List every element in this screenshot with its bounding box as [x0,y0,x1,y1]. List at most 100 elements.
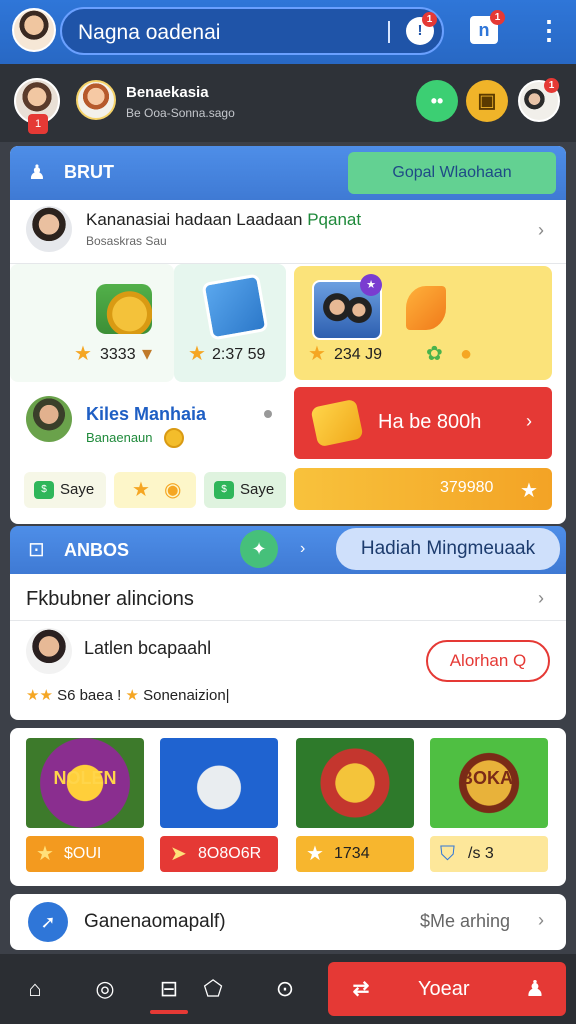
profile-avatar[interactable] [12,8,56,52]
dot-indicator [264,410,272,418]
header-action-button[interactable]: Gopal Wlaohaan [348,152,556,194]
more-vertical-icon[interactable]: ⋮ [536,16,562,44]
reward-value: 234 J9 [334,346,383,363]
activity-avatar [26,628,72,674]
gift-icon[interactable]: ✦ [240,530,278,568]
swap-icon: ⇄ [352,978,370,1000]
activity-name: Latlen bcapaahl [84,638,212,658]
promo-title: Ganenaomapalf) [84,911,226,932]
box-icon[interactable]: ⬠ [198,974,228,1004]
game-price[interactable]: ➤ 8O8O6R [160,836,278,872]
featured-subtitle: Bosaskras Sau [86,234,167,248]
game-tile[interactable]: NOLEN [26,738,144,828]
section-title: ANBOS [64,540,130,560]
strip-subtitle: Be Ooa-Sonna.sago [126,106,235,120]
user-icon: ♟ [525,976,545,1001]
activity-title[interactable]: Fkbubner alincions [26,588,194,611]
game-tile[interactable] [296,738,414,828]
game-tile[interactable] [160,738,278,828]
ticket-icon [310,398,364,448]
wallet-icon[interactable]: ⊟ [154,974,184,1004]
cash-icon: $ [214,481,234,499]
chip-label: Saye [60,481,95,498]
game-title: BOKAI [460,768,518,788]
points-bar[interactable]: 379980 ★ [294,468,552,510]
people-notification-badge: 1 [544,78,559,93]
reward-value: 3333 [100,346,136,363]
book-icon: ⊡ [28,539,45,561]
bonus-chip[interactable]: ★ ◉ [114,472,196,508]
ticket-icon [201,273,269,341]
search-input[interactable]: Nagna oadenai [78,21,220,45]
chevron-right-icon: › [538,910,544,930]
profile-strip: 1 Benaekasia Be Ooa-Sonna.sago •• ▣ 1 [0,64,576,142]
game-price[interactable]: ★ 1734 [296,836,414,872]
compass-icon: ➚ [28,902,68,942]
chat-icon[interactable]: •• [416,80,458,122]
active-tab-indicator [150,1010,188,1014]
star-icon: ★ [520,480,538,502]
user-icon: ♟ [28,162,46,184]
chevron-right-icon[interactable]: › [538,588,544,609]
divider [10,620,566,621]
activity-action-button[interactable]: Alorhan Q [426,640,550,682]
search-divider [388,21,390,43]
event-title: Kiles Manhaia [86,404,207,424]
shield-icon: ⛉ [440,843,455,865]
coin-icon: ● [460,343,473,365]
rewards-header: ♟ BRUT Gopal Wlaohaan [10,146,566,200]
top-bar: Nagna oadenai ! 1 n 1 ⋮ [0,0,576,64]
promo-row[interactable]: ➚ Ganenaomapalf) $Me arhing › [10,894,566,950]
primary-action-button[interactable]: ⇄ Yoear ♟ [328,962,566,1016]
chat-icon[interactable]: ◎ [90,974,120,1004]
bottom-nav: ⌂ ◎ ⊟ ⬠ ⊙ ⇄ Yoear ♟ [0,954,576,1024]
featured-row[interactable]: Kananasiai hadaan Laadaan Pqanat Bosaskr… [10,200,566,264]
activity-detail: ★★ S6 baea ! ★ Sonenaizion| [26,687,230,704]
rewards-title: BRUT [64,162,114,182]
star-icon: ★ [36,843,54,865]
featured-avatar [26,206,72,252]
chevron-right-icon[interactable]: › [538,220,544,241]
game-price[interactable]: ★ $OUI [26,836,144,872]
coin-icon: ◉ [164,479,182,501]
coin-stack-icon [96,284,152,334]
rewards-card: ♟ BRUT Gopal Wlaohaan Kananasiai hadaan … [10,146,566,524]
reward-value: 2:37 59 [212,346,266,363]
news-notification-badge: 1 [490,10,505,25]
friend-avatar[interactable] [76,80,116,120]
user-badge: 1 [28,114,48,134]
home-icon[interactable]: ⌂ [20,974,50,1004]
save-chip[interactable]: $ Saye [24,472,106,508]
claim-button[interactable]: Ha be 800h › [294,387,552,459]
rocket-icon [406,286,446,330]
chevron-right-icon: › [526,411,532,431]
leaf-icon: ✿ [426,343,443,365]
featured-title: Kananasiai hadaan Laadaan Pqanat [86,210,362,229]
primary-action-label: Yoear [418,978,470,1000]
save-chip-green[interactable]: $ Saye [204,472,286,508]
star-icon: ★ [132,479,150,501]
section-header: ⊡ ANBOS ✦ › Hadiah Mingmeuaak [10,526,566,574]
cash-icon: $ [34,481,54,499]
points-value: 379980 [440,479,494,496]
star-icon: ★ [188,343,206,365]
star-icon: ★ [308,343,326,365]
mic-notification-badge: 1 [422,12,437,27]
promo-action: $Me arhing [420,911,511,931]
store-icon[interactable]: ▣ [466,80,508,122]
game-title: NOLEN [53,768,117,788]
rocket-icon: ➤ [170,843,187,865]
chip-label: Saye [240,481,275,498]
strip-name: Benaekasia [126,84,209,101]
games-card: NOLEN BOKAI ★ $OUI ➤ 8O8O6R ★ 1734 ⛉ /s … [10,728,566,886]
activity-card: Fkbubner alincions › Latlen bcapaahl ★★ … [10,574,566,720]
settings-icon[interactable]: ⊙ [270,974,300,1004]
coin-icon [164,428,184,448]
daily-reward-button[interactable]: Hadiah Mingmeuaak [336,528,560,570]
claim-button-label: Ha be 800h [378,411,482,433]
chevron-right-icon: › [300,540,306,557]
search-bar[interactable]: Nagna oadenai ! [60,7,444,55]
game-tile[interactable]: BOKAI [430,738,548,828]
game-price[interactable]: ⛉ /s 3 [430,836,548,872]
arrow-icon: ▾ [142,343,153,365]
